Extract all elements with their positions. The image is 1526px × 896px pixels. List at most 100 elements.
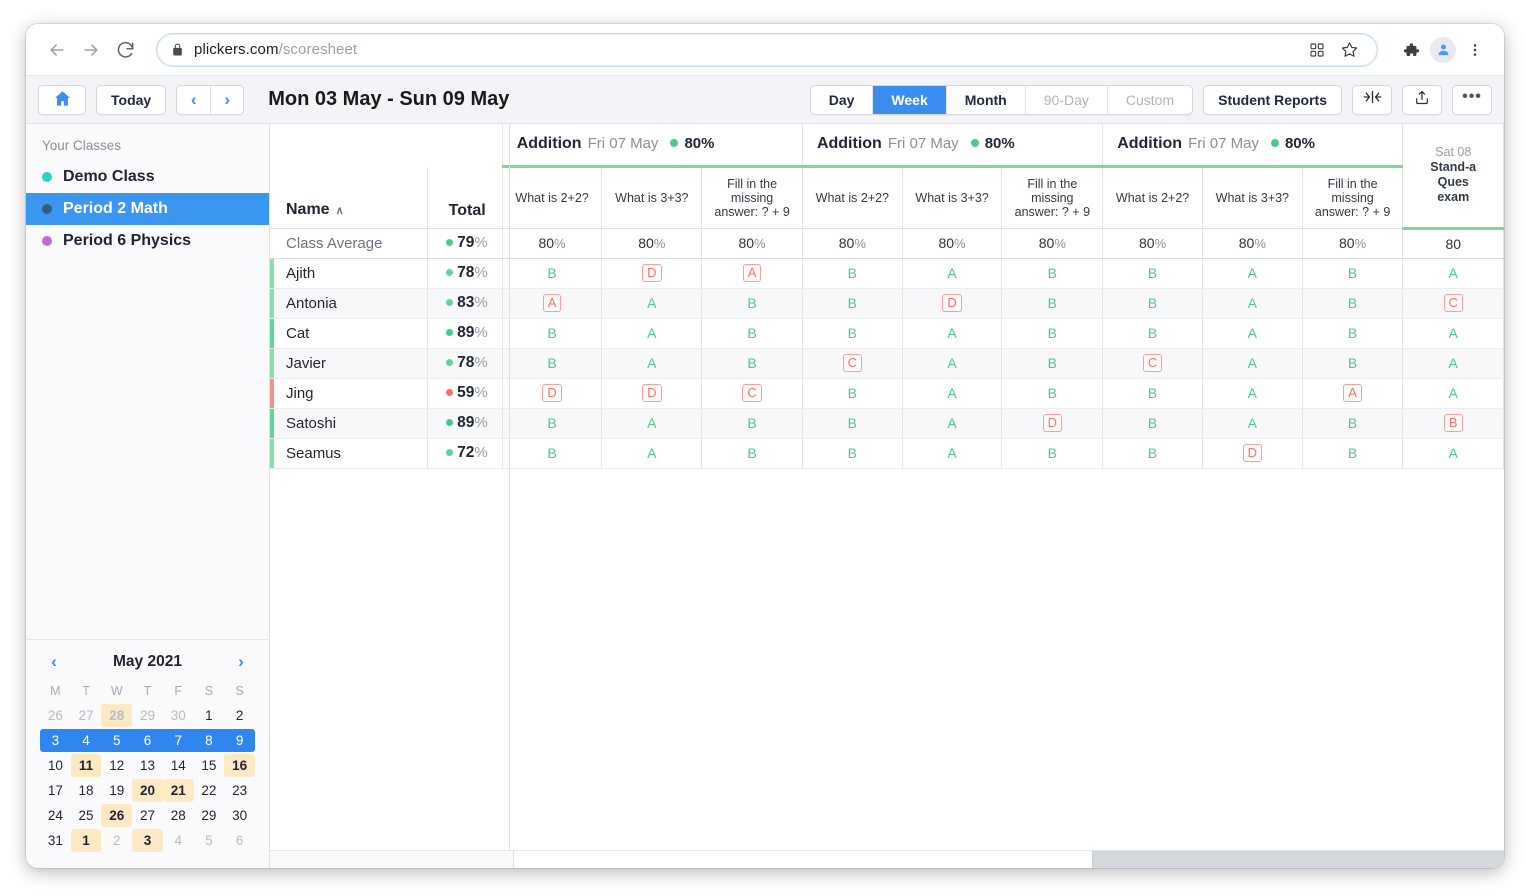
reload-icon[interactable] <box>108 33 142 67</box>
answer-cell[interactable]: B <box>1102 258 1203 289</box>
answer-cell[interactable]: A <box>701 258 803 289</box>
calendar-day[interactable]: 27 <box>132 804 163 827</box>
answer-cell[interactable]: B <box>802 378 903 409</box>
calendar-day[interactable]: 31 <box>40 829 71 852</box>
answer-cell[interactable]: B <box>1001 378 1104 409</box>
student-name-cell[interactable]: Satoshi <box>270 408 428 439</box>
calendar-day[interactable]: 8 <box>194 729 225 752</box>
answer-cell[interactable]: B <box>802 288 903 319</box>
answer-cell[interactable]: A <box>1402 318 1504 349</box>
student-name-cell[interactable]: Jing <box>270 378 428 409</box>
calendar-day[interactable]: 11 <box>70 754 102 777</box>
set-header-2[interactable]: Addition Fri 07 May 80% <box>802 124 1104 168</box>
answer-cell[interactable]: A <box>1302 378 1404 409</box>
calendar-day[interactable]: 2 <box>224 704 255 727</box>
answer-cell[interactable]: A <box>601 348 703 379</box>
answer-cell[interactable]: B <box>802 318 903 349</box>
student-name-cell[interactable]: Antonia <box>270 288 428 319</box>
answer-cell[interactable]: B <box>1302 258 1404 289</box>
answer-cell[interactable]: A <box>902 318 1003 349</box>
scrollbar-thumb[interactable] <box>514 851 1094 868</box>
calendar-day[interactable]: 16 <box>224 754 255 777</box>
answer-cell[interactable]: B <box>802 408 903 439</box>
answer-cell[interactable]: A <box>1402 258 1504 289</box>
question-header[interactable]: What is 2+2? <box>1102 166 1203 229</box>
calendar-day[interactable]: 24 <box>40 804 71 827</box>
calendar-day[interactable]: 26 <box>40 704 71 727</box>
back-arrow-icon[interactable] <box>40 33 74 67</box>
answer-cell[interactable]: B <box>701 348 803 379</box>
answer-cell[interactable]: B <box>1302 318 1404 349</box>
answer-cell[interactable]: D <box>502 378 603 409</box>
answer-cell[interactable]: B <box>1302 348 1404 379</box>
sidebar-item-demo-class[interactable]: Demo Class <box>26 161 269 193</box>
answer-cell[interactable]: D <box>902 288 1003 319</box>
answer-cell[interactable]: B <box>1402 408 1504 439</box>
calendar-day[interactable]: 14 <box>163 754 194 777</box>
answer-cell[interactable]: B <box>701 408 803 439</box>
answer-cell[interactable]: B <box>802 438 903 469</box>
answer-cell[interactable]: A <box>902 408 1003 439</box>
total-column-header[interactable]: Total <box>427 166 503 229</box>
range-week[interactable]: Week <box>872 85 946 114</box>
calendar-day[interactable]: 3 <box>40 729 71 752</box>
question-header[interactable]: What is 3+3? <box>601 166 703 229</box>
answer-cell[interactable]: A <box>601 408 703 439</box>
answer-cell[interactable]: A <box>1202 288 1303 319</box>
answer-cell[interactable]: B <box>701 288 803 319</box>
range-custom[interactable]: Custom <box>1106 85 1192 114</box>
answer-cell[interactable]: B <box>1001 258 1104 289</box>
calendar-day[interactable]: 5 <box>194 829 225 852</box>
calendar-day[interactable]: 23 <box>224 779 255 802</box>
answer-cell[interactable]: B <box>1001 288 1104 319</box>
scoresheet-scroll-area[interactable]: Addition Fri 07 May 80% Addition Fri 07 May… <box>270 124 1504 850</box>
answer-cell[interactable]: B <box>502 408 603 439</box>
answer-cell[interactable]: A <box>1202 258 1303 289</box>
address-bar[interactable]: plickers.com/scoresheet <box>156 32 1378 67</box>
calendar-selected-week[interactable]: 3456789 <box>40 729 255 752</box>
today-button[interactable]: Today <box>96 84 167 115</box>
calendar-day[interactable]: 29 <box>194 804 225 827</box>
answer-cell[interactable]: B <box>1302 408 1404 439</box>
answer-cell[interactable]: B <box>701 438 803 469</box>
set-header-1[interactable]: Addition Fri 07 May 80% <box>502 124 803 168</box>
calendar-next-month-button[interactable]: › <box>231 652 251 672</box>
answer-cell[interactable]: B <box>1102 438 1203 469</box>
answer-cell[interactable]: C <box>1102 348 1203 379</box>
calendar-day[interactable]: 21 <box>162 779 194 802</box>
calendar-day[interactable]: 4 <box>163 829 194 852</box>
answer-cell[interactable]: A <box>1402 438 1504 469</box>
range-month[interactable]: Month <box>945 85 1025 114</box>
answer-cell[interactable]: D <box>1001 408 1104 439</box>
question-header[interactable]: Fill in the missing answer: ? + 9 <box>701 166 803 229</box>
answer-cell[interactable]: C <box>1402 288 1504 319</box>
forward-arrow-icon[interactable] <box>74 33 108 67</box>
answer-cell[interactable]: C <box>802 348 903 379</box>
table-row[interactable]: Satoshi 89% B A B B A D B A B B <box>270 408 1504 439</box>
calendar-day[interactable]: 12 <box>101 754 132 777</box>
answer-cell[interactable]: B <box>1102 408 1203 439</box>
question-header[interactable]: What is 2+2? <box>802 166 903 229</box>
answer-cell[interactable]: A <box>1202 378 1303 409</box>
answer-cell[interactable]: A <box>1202 318 1303 349</box>
calendar-day[interactable]: 13 <box>132 754 163 777</box>
prev-period-button[interactable]: ‹ <box>177 86 210 114</box>
answer-cell[interactable]: C <box>701 378 803 409</box>
answer-cell[interactable]: D <box>601 378 703 409</box>
table-row[interactable]: Seamus 72% B A B B A B B D B A <box>270 438 1504 469</box>
answer-cell[interactable]: D <box>1202 438 1303 469</box>
calendar-day[interactable]: 28 <box>163 804 194 827</box>
table-row[interactable]: Cat 89% B A B B A B B A B A <box>270 318 1504 349</box>
set-header-3[interactable]: Addition Fri 07 May 80% <box>1102 124 1404 168</box>
answer-cell[interactable]: A <box>601 288 703 319</box>
calendar-day[interactable]: 22 <box>194 779 225 802</box>
answer-cell[interactable]: B <box>502 348 603 379</box>
three-dot-menu-icon[interactable] <box>1460 35 1490 65</box>
answer-cell[interactable]: B <box>502 438 603 469</box>
answer-cell[interactable]: A <box>1402 348 1504 379</box>
answer-cell[interactable]: A <box>502 288 603 319</box>
answer-cell[interactable]: A <box>1202 408 1303 439</box>
calendar-day[interactable]: 9 <box>224 729 255 752</box>
calendar-day[interactable]: 28 <box>101 704 133 727</box>
student-name-cell[interactable]: Javier <box>270 348 428 379</box>
